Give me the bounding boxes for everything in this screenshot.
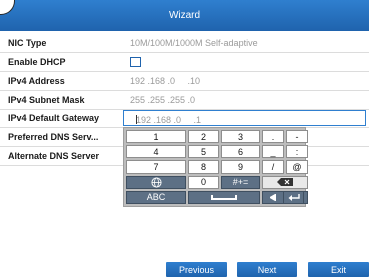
on-screen-keyboard: 1 2 3 . - 4 5 6 _ : 7 8 9 / @ 0 #+= ABC [123,127,308,207]
key-enter[interactable] [283,191,304,204]
globe-icon [150,177,162,188]
nic-type-label: NIC Type [8,38,47,48]
key-underscore[interactable]: _ [262,145,284,159]
form-row-ipv4-default-gateway: IPv4 Default Gateway 192 .168 .0 .1 [0,109,369,128]
ipv4-address-label: IPv4 Address [8,76,65,86]
key-4[interactable]: 4 [126,145,186,159]
arrow-left-icon [270,193,276,201]
key-dot[interactable]: . [262,130,284,144]
key-6[interactable]: 6 [221,145,260,159]
ipv4-subnet-mask-field[interactable]: 255 .255 .255 .0 [130,95,195,105]
ipv4-default-gateway-value: 192 .168 .0 .1 [136,115,202,125]
key-language[interactable] [126,175,186,189]
ipv4-default-gateway-field[interactable]: 192 .168 .0 .1 [123,110,366,126]
form-row-ipv4-address: IPv4 Address 192 .168 .0 .10 [0,72,369,91]
ipv4-subnet-mask-label: IPv4 Subnet Mask [8,95,85,105]
enable-dhcp-label: Enable DHCP [8,57,66,67]
form-row-nic-type: NIC Type 10M/100M/1000M Self-adaptive [0,34,369,53]
exit-button[interactable]: Exit [308,262,369,277]
key-colon[interactable]: : [286,145,308,159]
backspace-icon [277,178,293,187]
nic-type-value: 10M/100M/1000M Self-adaptive [130,38,258,48]
window-title: Wizard [168,10,201,21]
form-row-enable-dhcp: Enable DHCP [0,53,369,72]
key-slash[interactable]: / [262,160,284,174]
key-abc[interactable]: ABC [126,190,186,204]
previous-button[interactable]: Previous [166,262,227,277]
space-icon [211,194,237,200]
key-dash[interactable]: - [286,130,308,144]
key-2[interactable]: 2 [188,130,219,144]
key-9[interactable]: 9 [221,160,260,174]
key-7[interactable]: 7 [126,160,186,174]
key-3[interactable]: 3 [221,130,260,144]
form-row-ipv4-subnet-mask: IPv4 Subnet Mask 255 .255 .255 .0 [0,91,369,110]
key-5[interactable]: 5 [188,145,219,159]
ipv4-default-gateway-label: IPv4 Default Gateway [8,113,100,123]
enable-dhcp-checkbox[interactable] [130,57,141,67]
key-space[interactable] [188,190,260,204]
next-button[interactable]: Next [237,262,297,277]
key-8[interactable]: 8 [188,160,219,174]
alternate-dns-label: Alternate DNS Server [8,151,100,161]
ipv4-address-field[interactable]: 192 .168 .0 .10 [130,76,200,86]
key-1[interactable]: 1 [126,130,186,144]
preferred-dns-label: Preferred DNS Serv... [8,132,99,142]
enter-icon [288,193,300,201]
key-backspace[interactable] [262,175,308,189]
key-arrow-left[interactable] [262,190,284,204]
key-at[interactable]: @ [286,160,308,174]
wizard-title-bar: Wizard [0,0,369,31]
key-symbols[interactable]: #+= [221,175,260,189]
key-0[interactable]: 0 [188,175,219,189]
text-caret [136,115,137,124]
